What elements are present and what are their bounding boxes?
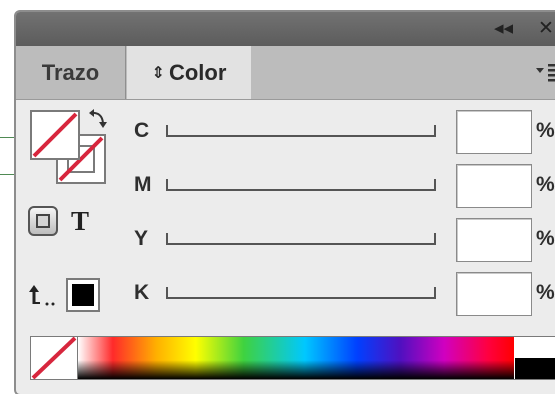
none-color-icon [31, 336, 77, 380]
none-color-icon [32, 112, 78, 158]
default-fill-stroke-icon[interactable] [28, 284, 58, 306]
unit-label-c: % [536, 119, 555, 142]
value-field-y[interactable] [456, 218, 532, 262]
tab-color[interactable]: ⇕ Color [127, 46, 251, 99]
slider-k[interactable] [166, 287, 436, 299]
unit-label-y: % [536, 227, 555, 250]
channel-label-c: C [134, 119, 150, 142]
fill-swatch[interactable] [30, 110, 80, 160]
screenshot-stage: ◂◂ ✕ Trazo ⇕ Color T C % M % Y % K % [0, 0, 555, 394]
channel-label-k: K [134, 281, 150, 304]
ramp-black-swatch[interactable] [515, 358, 555, 379]
value-input-k[interactable] [457, 273, 531, 315]
tab-trazo-label: Trazo [41, 60, 100, 85]
value-input-m[interactable] [457, 165, 531, 207]
slider-y[interactable] [166, 233, 436, 245]
tab-color-label: Color [168, 60, 227, 85]
slider-c[interactable] [166, 125, 436, 137]
ramp-none-swatch[interactable] [31, 336, 78, 380]
channel-label-m: M [134, 173, 152, 196]
value-field-m[interactable] [456, 164, 532, 208]
format-text-icon[interactable]: T [66, 206, 94, 236]
format-container-icon[interactable] [28, 206, 58, 236]
color-ramp[interactable] [30, 336, 555, 380]
color-panel: ◂◂ ✕ Trazo ⇕ Color T C % M % Y % K % [14, 10, 555, 394]
value-input-y[interactable] [457, 219, 531, 261]
unit-label-m: % [536, 173, 555, 196]
value-field-k[interactable] [456, 272, 532, 316]
ramp-white-swatch[interactable] [515, 337, 555, 358]
panel-title-bar: ◂◂ ✕ [16, 12, 555, 46]
tab-trazo[interactable]: Trazo [16, 46, 126, 99]
panel-tab-bar: Trazo ⇕ Color [16, 46, 555, 100]
value-input-c[interactable] [457, 111, 531, 153]
double-chevron-left-icon[interactable]: ◂◂ [494, 18, 513, 40]
close-icon[interactable]: ✕ [538, 18, 554, 40]
channel-label-y: Y [134, 227, 149, 250]
ramp-spectrum[interactable] [78, 337, 514, 379]
last-color-swatch[interactable] [66, 278, 100, 312]
value-field-c[interactable] [456, 110, 532, 154]
swap-fill-stroke-icon[interactable] [88, 108, 110, 130]
format-text-label: T [70, 206, 89, 236]
panel-menu-icon[interactable] [534, 58, 555, 88]
slider-m[interactable] [166, 179, 436, 191]
unit-label-k: % [536, 281, 555, 304]
tab-updown-icon: ⇕ [151, 65, 165, 82]
